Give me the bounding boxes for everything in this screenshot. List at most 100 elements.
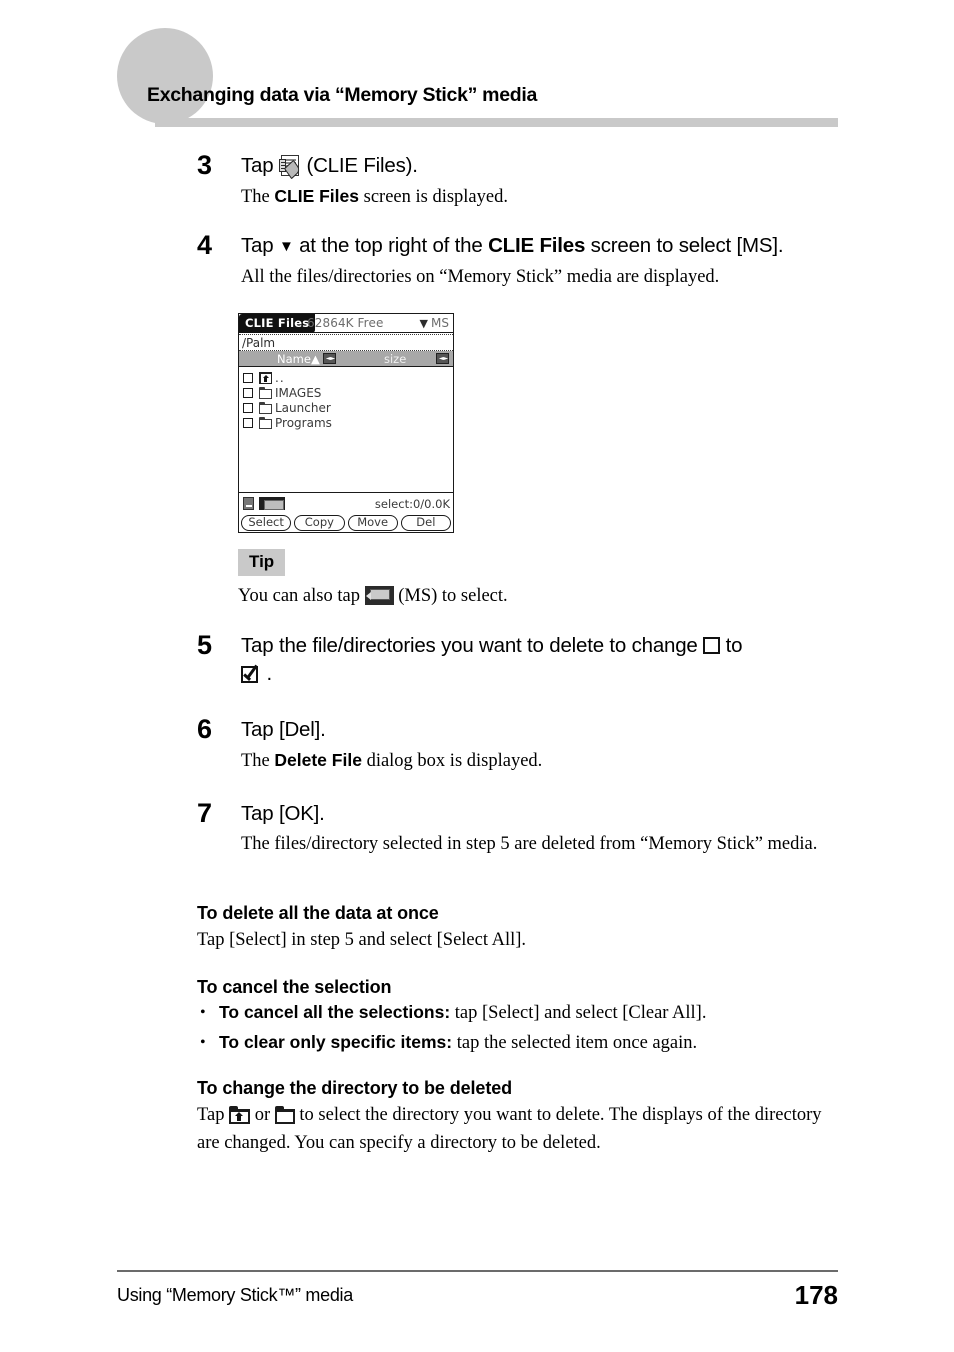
step-3-instruction: Tap (CLIE Files). [241, 152, 847, 180]
list-item[interactable]: Launcher [243, 401, 453, 416]
chevron-down-icon: ▼ [278, 238, 294, 255]
pda-card-chevron-icon: ▼ [419, 317, 429, 330]
pda-column-headers: Name▲ size [239, 351, 453, 367]
step-4-verb: Tap [241, 234, 274, 257]
row-checkbox[interactable] [243, 388, 253, 398]
folder-icon [274, 1106, 295, 1124]
del-button[interactable]: Del [400, 515, 451, 531]
tip-block: Tip You can also tap (MS) to select. [238, 549, 848, 610]
header-decoration-bar [155, 118, 838, 127]
pda-column-name[interactable]: Name▲ [277, 351, 320, 367]
pda-file-list: .. IMAGES Launcher Programs [239, 367, 453, 492]
pda-titlebar: CLIE Files 62864K Free ▼ MS [239, 314, 453, 333]
step-4-instruction-mid: at the top right of the [299, 234, 483, 257]
parent-folder-icon [259, 372, 272, 384]
step-4-description: All the files/directories on “Memory Sti… [241, 267, 720, 287]
copy-button[interactable]: Copy [294, 515, 345, 531]
list-item[interactable]: .. [243, 371, 453, 386]
section-cancel-selection-heading: To cancel the selection [197, 977, 392, 997]
checked-checkbox-icon [241, 664, 261, 683]
parent-folder-icon [229, 1106, 251, 1124]
footer-divider [117, 1270, 838, 1272]
tip-label: Tip [238, 549, 286, 576]
section-change-directory-heading: To change the directory to be deleted [197, 1078, 513, 1098]
pda-card-selector[interactable]: ▼ MS [420, 314, 449, 333]
pda-path-field[interactable]: /Palm [239, 334, 453, 351]
row-checkbox[interactable] [243, 373, 253, 383]
list-item[interactable]: IMAGES [243, 386, 453, 401]
internal-memory-icon[interactable] [243, 497, 254, 510]
bullet-dot-icon: • [200, 1034, 206, 1051]
step-7-instruction: Tap [OK]. [241, 802, 325, 825]
step-6-desc-pre: The [241, 751, 275, 771]
pda-card-label: MS [431, 316, 449, 330]
clie-files-screenshot: CLIE Files 62864K Free ▼MS /Palm Name▲ s… [238, 313, 454, 533]
column-resize-handle-size-icon[interactable] [436, 351, 450, 367]
tip-text-pre: You can also tap [238, 586, 360, 606]
section-cancel-selection: To cancel the selection • To cancel all … [197, 977, 857, 1058]
memory-stick-icon[interactable] [259, 497, 285, 510]
bullet-label: To clear only specific items: [219, 1032, 453, 1052]
bullet-label: To cancel all the selections: [219, 1002, 451, 1022]
pda-column-size[interactable]: size [384, 351, 406, 367]
step-5-instruction-mid: to [725, 634, 743, 657]
step-6-description: The Delete File dialog box is displayed. [241, 746, 847, 775]
pda-free-space: 62864K Free [307, 316, 384, 330]
header-decoration-circle [117, 28, 213, 124]
list-item: • To cancel all the selections: tap [Sel… [197, 998, 857, 1028]
section-change-directory: To change the directory to be deleted Ta… [197, 1078, 847, 1157]
list-item: • To clear only specific items: tap the … [197, 1028, 857, 1058]
step-6-number: 6 [197, 714, 213, 744]
pda-button-bar: Select Copy Move Del [239, 514, 453, 534]
step-3-instruction-tail: (CLIE Files). [306, 154, 418, 177]
list-item-label: IMAGES [275, 386, 322, 400]
footer-section-label: Using “Memory Stick™” media [117, 1285, 353, 1305]
page-title: Exchanging data via “Memory Stick” media [147, 84, 538, 106]
step-7-number: 7 [197, 798, 213, 828]
bullet-text: tap the selected item once again. [452, 1033, 698, 1053]
pda-selection-status: select:0/0.0K [374, 497, 450, 511]
step-4-instruction: Tap ▼ at the top right of the CLIE Files… [241, 232, 891, 261]
step-4-instruction-bold: CLIE Files [488, 234, 586, 257]
step-4-number: 4 [197, 230, 213, 260]
step-3-desc-bold: CLIE Files [274, 186, 359, 206]
row-checkbox[interactable] [243, 418, 253, 428]
list-item-label: .. [275, 371, 285, 385]
pda-status-bar: select:0/0.0K [239, 492, 453, 514]
change-dir-mid: or [254, 1105, 271, 1125]
select-button[interactable]: Select [241, 515, 292, 531]
step-6-desc-bold: Delete File [274, 750, 362, 770]
folder-icon [259, 402, 272, 414]
step-5-instruction: Tap the file/directories you want to del… [241, 632, 891, 688]
step-6-desc-post: dialog box is displayed. [361, 751, 543, 771]
step-3-desc-pre: The [241, 187, 275, 207]
section-change-directory-paragraph: Tap or to select the directory you want … [197, 1101, 847, 1157]
change-dir-pre: Tap [197, 1105, 225, 1125]
step-5-instruction-post: . [266, 662, 273, 685]
list-item[interactable]: Programs [243, 416, 453, 431]
folder-icon [259, 417, 272, 429]
tip-text-post: (MS) to select. [398, 586, 508, 606]
bullet-dot-icon: • [200, 1004, 206, 1021]
step-3-description: The CLIE Files screen is displayed. [241, 182, 847, 211]
row-checkbox[interactable] [243, 403, 253, 413]
list-item-label: Programs [275, 416, 332, 430]
step-3-verb: Tap [241, 154, 274, 177]
step-3-number: 3 [197, 150, 213, 180]
page-number: 178 [794, 1280, 838, 1310]
column-resize-handle-name-icon[interactable] [323, 351, 337, 367]
section-delete-all-heading: To delete all the data at once [197, 903, 439, 923]
move-button[interactable]: Move [347, 515, 398, 531]
memory-stick-icon [364, 586, 394, 605]
list-item-label: Launcher [275, 401, 331, 415]
step-5-number: 5 [197, 630, 213, 660]
page-header: Exchanging data via “Memory Stick” media [0, 0, 954, 135]
sort-ascending-icon: ▲ [310, 352, 320, 366]
section-delete-all: To delete all the data at once Tap [Sele… [197, 903, 857, 954]
step-3-desc-post: screen is displayed. [359, 187, 508, 207]
pda-app-title: CLIE Files [239, 314, 316, 333]
step-6-instruction: Tap [Del]. [241, 718, 326, 741]
tip-text: You can also tap (MS) to select. [238, 582, 848, 610]
bullet-text: tap [Select] and select [Clear All]. [450, 1003, 707, 1023]
clie-files-icon [278, 155, 301, 180]
